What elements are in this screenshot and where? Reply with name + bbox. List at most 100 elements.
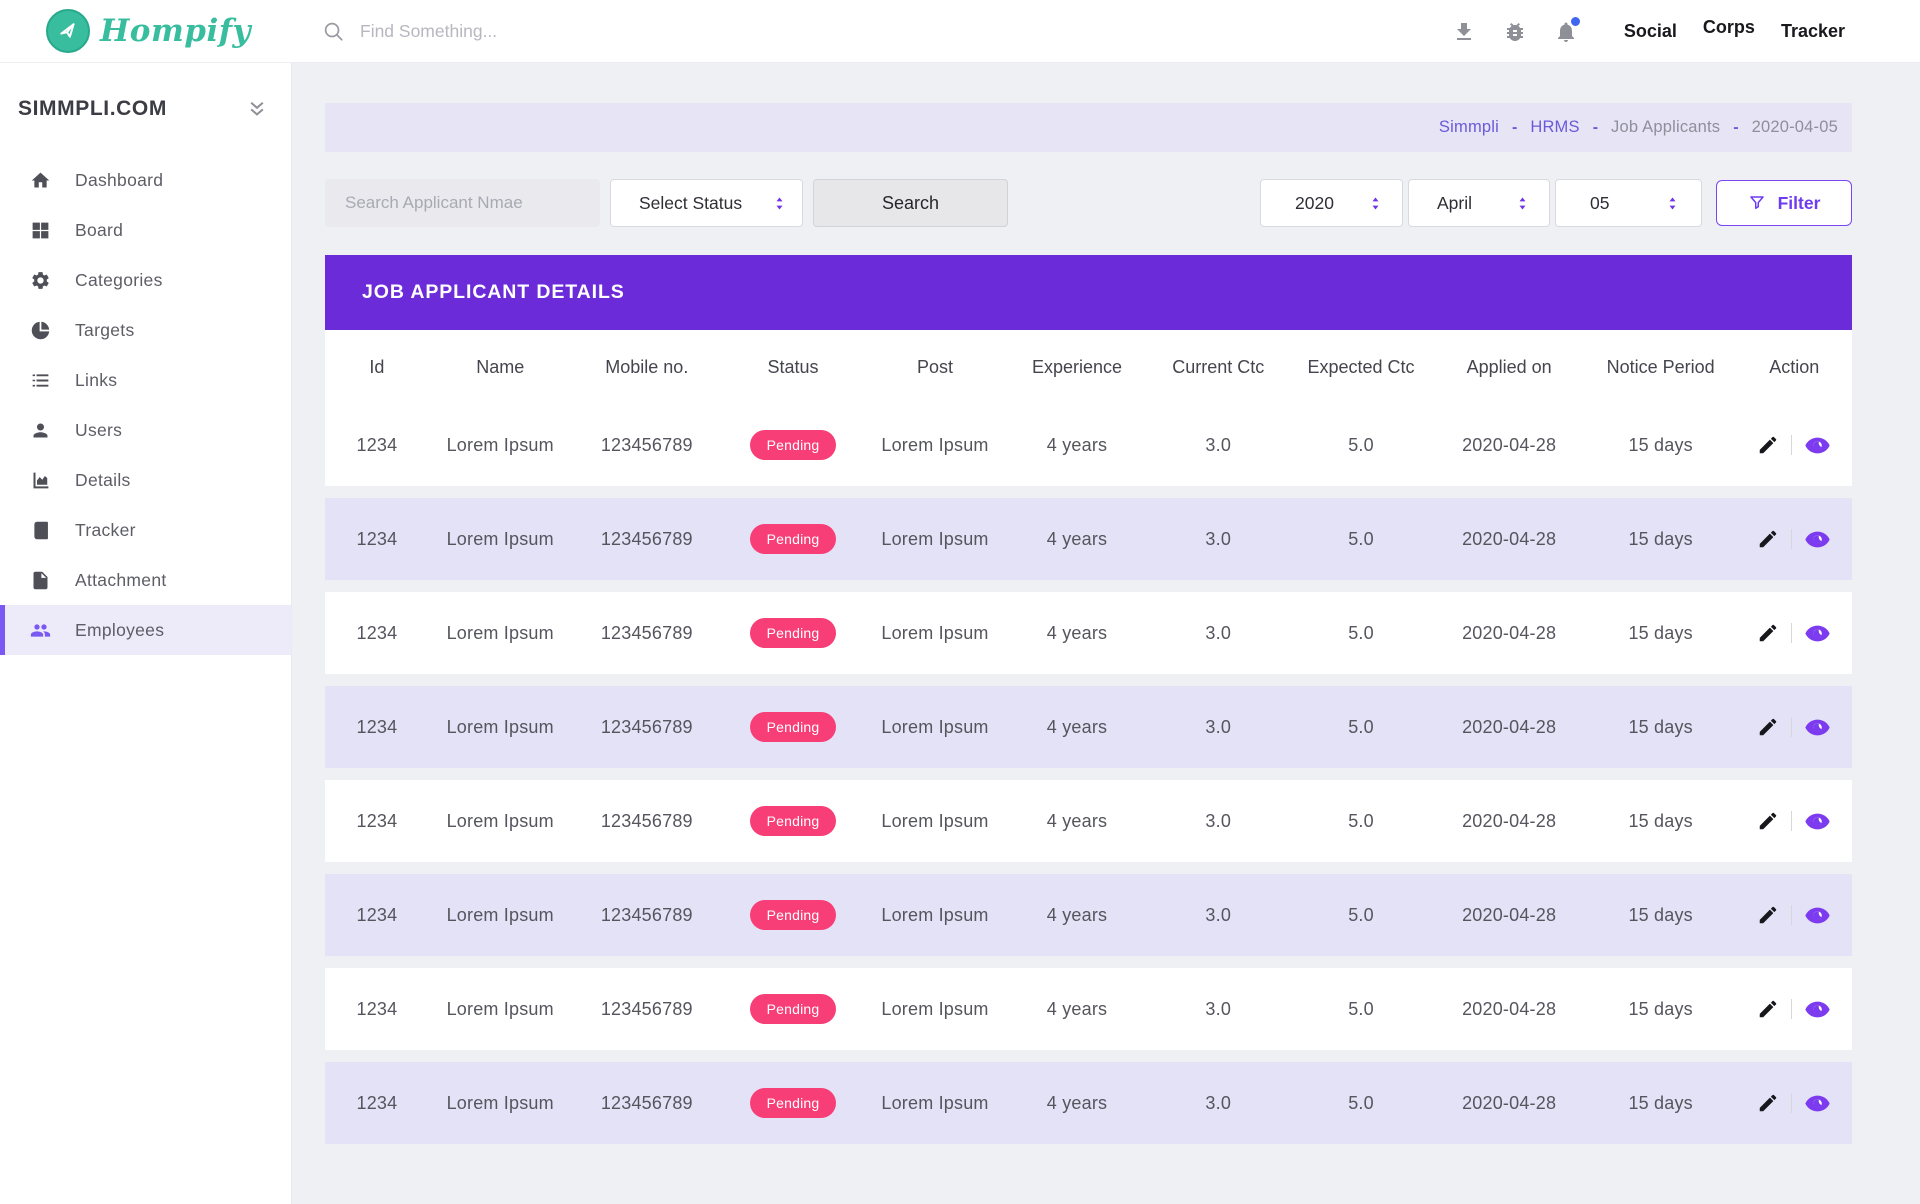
view-eye-icon[interactable] xyxy=(1804,620,1831,647)
sidebar-item-board[interactable]: Board xyxy=(0,205,291,255)
table-row: 1234Lorem Ipsum123456789PendingLorem Ips… xyxy=(325,874,1852,956)
cell-experience: 4 years xyxy=(1006,1093,1148,1114)
sidebar-item-details[interactable]: Details xyxy=(0,455,291,505)
cell-id: 1234 xyxy=(325,1093,429,1114)
cell-expected-ctc: 5.0 xyxy=(1288,1093,1433,1114)
sidebar-item-tracker[interactable]: Tracker xyxy=(0,505,291,555)
filter-right-group: 2020 April 05 xyxy=(1260,179,1852,227)
nav-link-corps[interactable]: Corps xyxy=(1703,17,1755,38)
select-arrows-icon xyxy=(771,195,788,212)
year-select[interactable]: 2020 xyxy=(1260,179,1403,227)
column-header-current-ctc: Current Ctc xyxy=(1148,357,1288,378)
grid-icon xyxy=(30,220,51,241)
breadcrumb-item-hrms[interactable]: HRMS xyxy=(1530,118,1579,137)
cell-id: 1234 xyxy=(325,999,429,1020)
funnel-icon xyxy=(1748,194,1766,212)
home-icon xyxy=(30,170,51,191)
cell-name: Lorem Ipsum xyxy=(429,717,572,738)
breadcrumb: Simmpli-HRMS-Job Applicants-2020-04-05 xyxy=(1439,118,1838,137)
cell-mobile: 123456789 xyxy=(572,717,722,738)
global-search xyxy=(322,0,790,63)
action-divider xyxy=(1791,811,1792,831)
global-search-input[interactable] xyxy=(360,21,790,42)
sidebar-item-users[interactable]: Users xyxy=(0,405,291,455)
sidebar-item-employees[interactable]: Employees xyxy=(0,605,291,655)
logo-text: Hompify xyxy=(100,13,251,49)
action-divider xyxy=(1791,717,1792,737)
cell-mobile: 123456789 xyxy=(572,905,722,926)
edit-pencil-icon[interactable] xyxy=(1757,810,1779,832)
table-row: 1234Lorem Ipsum123456789PendingLorem Ips… xyxy=(325,592,1852,674)
status-select-value: Select Status xyxy=(639,193,742,214)
cell-expected-ctc: 5.0 xyxy=(1288,905,1433,926)
table-row: 1234Lorem Ipsum123456789PendingLorem Ips… xyxy=(325,1062,1852,1144)
bell-icon[interactable] xyxy=(1554,20,1578,44)
cell-notice-period: 15 days xyxy=(1585,1093,1737,1114)
gear-icon xyxy=(30,270,51,291)
applicant-search-input[interactable] xyxy=(325,179,600,227)
cell-name: Lorem Ipsum xyxy=(429,811,572,832)
cell-post: Lorem Ipsum xyxy=(864,435,1006,456)
top-icon-buttons xyxy=(1452,20,1578,44)
column-header-id: Id xyxy=(325,357,429,378)
cell-expected-ctc: 5.0 xyxy=(1288,529,1433,550)
edit-pencil-icon[interactable] xyxy=(1757,1092,1779,1114)
cell-actions xyxy=(1737,432,1852,459)
edit-pencil-icon[interactable] xyxy=(1757,528,1779,550)
cell-applied-on: 2020-04-28 xyxy=(1434,811,1585,832)
sidebar-item-attachment[interactable]: Attachment xyxy=(0,555,291,605)
edit-pencil-icon[interactable] xyxy=(1757,904,1779,926)
cell-status: Pending xyxy=(722,806,864,836)
view-eye-icon[interactable] xyxy=(1804,1090,1831,1117)
cell-expected-ctc: 5.0 xyxy=(1288,999,1433,1020)
edit-pencil-icon[interactable] xyxy=(1757,716,1779,738)
sidebar-item-targets[interactable]: Targets xyxy=(0,305,291,355)
sidebar-item-links[interactable]: Links xyxy=(0,355,291,405)
nav-link-tracker[interactable]: Tracker xyxy=(1781,21,1845,42)
sidebar-item-categories[interactable]: Categories xyxy=(0,255,291,305)
filter-button[interactable]: Filter xyxy=(1716,180,1852,226)
logo[interactable]: Hompify xyxy=(46,9,251,53)
view-eye-icon[interactable] xyxy=(1804,432,1831,459)
sidebar-item-label: Board xyxy=(75,220,123,241)
cell-applied-on: 2020-04-28 xyxy=(1434,1093,1585,1114)
edit-pencil-icon[interactable] xyxy=(1757,434,1779,456)
view-eye-icon[interactable] xyxy=(1804,996,1831,1023)
breadcrumb-item-job-applicants: Job Applicants xyxy=(1611,118,1720,137)
select-arrows-icon xyxy=(1514,195,1531,212)
month-select[interactable]: April xyxy=(1408,179,1550,227)
edit-pencil-icon[interactable] xyxy=(1757,622,1779,644)
day-select[interactable]: 05 xyxy=(1555,179,1702,227)
search-button[interactable]: Search xyxy=(813,179,1008,227)
view-eye-icon[interactable] xyxy=(1804,714,1831,741)
nav-link-social[interactable]: Social xyxy=(1624,21,1677,42)
chart-icon xyxy=(30,470,51,491)
cell-status: Pending xyxy=(722,1088,864,1118)
bug-icon[interactable] xyxy=(1503,20,1527,44)
pie-icon xyxy=(30,320,51,341)
cell-mobile: 123456789 xyxy=(572,811,722,832)
cell-actions xyxy=(1737,714,1852,741)
cell-expected-ctc: 5.0 xyxy=(1288,717,1433,738)
top-nav: SocialCorpsTracker xyxy=(1624,21,1845,42)
download-icon[interactable] xyxy=(1452,20,1476,44)
file-icon xyxy=(30,570,51,591)
sidebar-item-dashboard[interactable]: Dashboard xyxy=(0,155,291,205)
status-badge: Pending xyxy=(750,806,837,836)
view-eye-icon[interactable] xyxy=(1804,902,1831,929)
breadcrumb-separator: - xyxy=(1733,119,1738,137)
cell-experience: 4 years xyxy=(1006,529,1148,550)
cell-experience: 4 years xyxy=(1006,717,1148,738)
collapse-double-chevron-icon[interactable] xyxy=(247,99,267,119)
status-select[interactable]: Select Status xyxy=(610,179,803,227)
panel-title: JOB APPLICANT DETAILS xyxy=(325,255,1852,330)
edit-pencil-icon[interactable] xyxy=(1757,998,1779,1020)
top-bar: Hompify Social Corps Tracker xyxy=(0,0,1920,63)
view-eye-icon[interactable] xyxy=(1804,526,1831,553)
breadcrumb-item-simmpli[interactable]: Simmpli xyxy=(1439,118,1499,137)
top-actions: Social Corps Tracker xyxy=(1452,0,1845,63)
view-eye-icon[interactable] xyxy=(1804,808,1831,835)
filter-left-group: Select Status Search xyxy=(325,179,1008,227)
breadcrumb-item-2020-04-05: 2020-04-05 xyxy=(1752,118,1838,137)
status-badge: Pending xyxy=(750,900,837,930)
